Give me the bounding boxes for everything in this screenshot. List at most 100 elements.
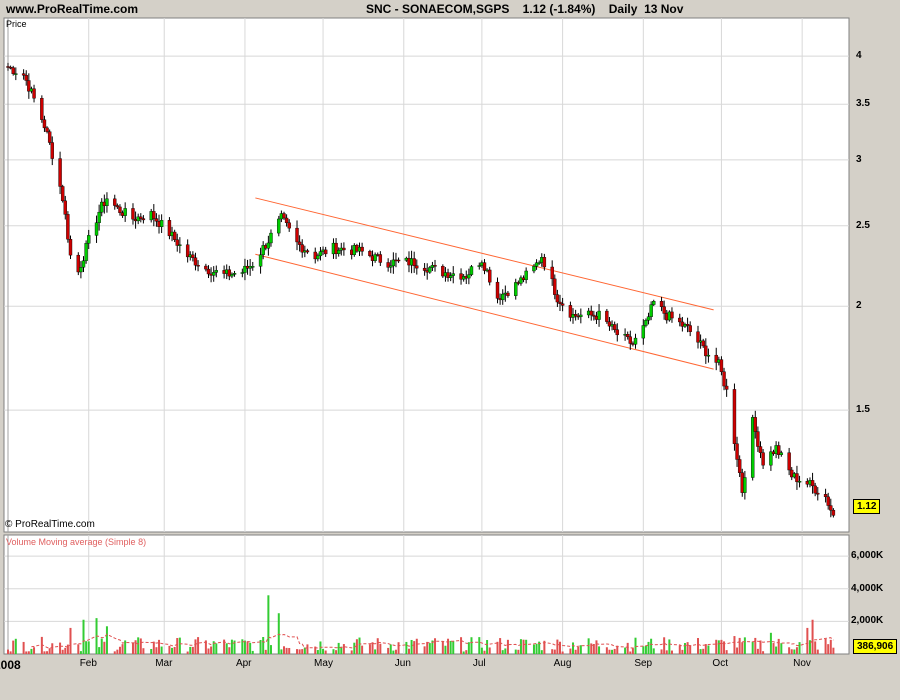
candle-body [469,266,474,275]
candle-body [68,238,73,256]
volume-bar [358,637,361,654]
year-tick-label: 2008 [0,658,21,672]
volume-bar [686,642,689,654]
volume-bar [405,641,408,654]
volume-bar [392,650,395,654]
candle-body [277,218,281,234]
volume-bar [87,641,90,654]
volume-bar [173,646,176,654]
volume-bar [587,638,590,654]
candle-body [743,477,747,493]
candle-body [487,269,492,283]
volume-bar [46,651,49,654]
candle-body [323,249,328,255]
candle-body [797,481,802,483]
volume-bar [158,639,161,654]
volume-bar [517,649,520,654]
candle-body [628,336,633,344]
volume-bar [105,626,108,654]
volume-bar [100,638,103,654]
candle-body [318,251,323,257]
volume-bar [251,650,254,654]
candle-body [706,354,711,357]
candle-body [154,218,159,222]
month-tick-label: Aug [553,658,572,669]
volume-bar [413,641,416,654]
month-tick-label: Mar [155,658,173,669]
month-tick-label: Feb [79,658,97,669]
candle-body [11,67,15,74]
volume-bar [613,648,616,654]
volume-bar [736,647,739,654]
candle-body [211,272,216,276]
volume-bar [137,637,140,654]
candle-body [81,260,86,268]
candle-body [87,235,91,244]
volume-bar [647,641,650,654]
volume-bar [168,645,171,654]
volume-bar [790,649,793,654]
volume-bar [626,642,629,654]
volume-bar [598,646,601,654]
volume-bar [663,637,666,654]
volume-bar [824,638,827,654]
volume-bar [806,627,809,654]
candle-body [282,213,286,219]
volume-bar [301,649,304,654]
volume-bar [697,638,699,654]
volume-bar [337,642,340,654]
volume-bar [186,651,189,654]
volume-bar [478,637,481,654]
site-title[interactable]: www.ProRealTime.com [6,2,138,16]
volume-bar [33,647,36,654]
candle-body [230,274,234,277]
volume-bar [465,650,468,654]
volume-bar [540,650,543,654]
candle-body [612,324,617,330]
copyright-text: © ProRealTime.com [5,519,95,530]
candle-body [316,255,320,260]
candle-body [795,473,799,483]
volume-bar [407,648,410,654]
volume-bar [7,649,9,654]
volume-bar [118,646,121,654]
volume-bar [670,650,673,654]
month-tick-label: Nov [793,658,811,669]
price-axis-tick: 3.5 [856,98,870,110]
candle-body [360,246,364,252]
volume-bar [246,641,249,654]
candle-body [758,446,763,453]
volume-bar [280,649,283,654]
volume-bar [678,645,681,654]
volume-bar [228,647,231,654]
month-tick-label: May [314,658,333,669]
candle-body [506,292,510,296]
candle-body [258,254,263,267]
volume-bar [121,644,124,654]
candle-body [732,389,737,444]
candle-body [597,310,601,320]
candle-body [287,222,291,229]
volume-bar [61,649,64,654]
candle-body [84,243,88,261]
volume-bar [499,638,502,654]
price-axis-tick: 2 [856,300,862,312]
volume-bar [374,649,377,654]
volume-bar [298,649,301,654]
candle-body [105,198,109,207]
candle-body [21,73,26,76]
month-tick-label: Apr [235,658,252,669]
volume-bar [569,648,572,654]
candle-body [652,300,656,305]
candle-body [829,505,833,511]
volume-bar [27,651,30,654]
volume-bar [210,646,213,654]
candle-body [214,270,219,273]
price-panel-bg [3,17,850,533]
volume-bar [342,644,345,654]
candle-body [514,282,518,296]
candle-body [467,274,471,279]
candle-body [649,304,653,317]
volume-bar [85,641,88,654]
volume-bar [551,649,554,654]
